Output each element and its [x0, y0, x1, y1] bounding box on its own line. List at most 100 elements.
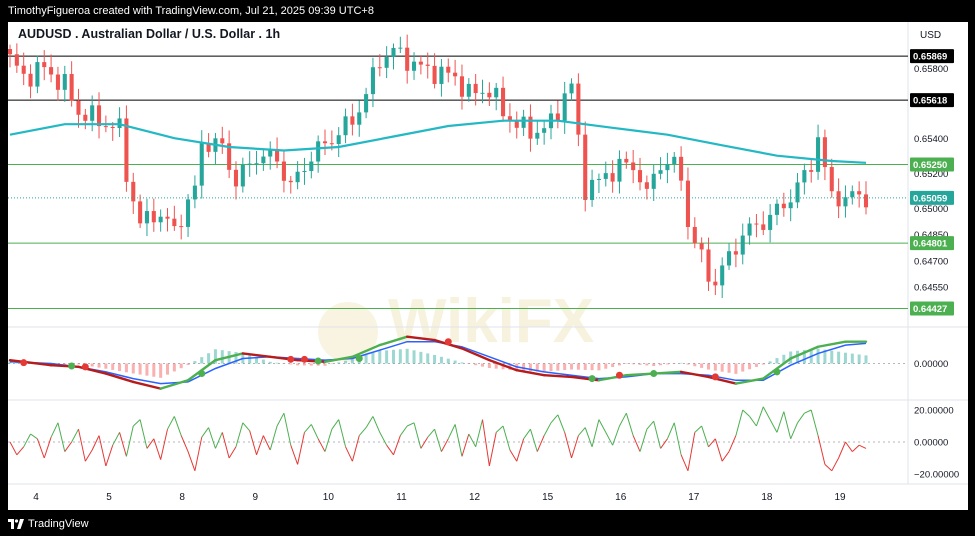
oscillator-segment: [550, 414, 559, 424]
macd-histogram-bar: [768, 361, 772, 364]
candle-body: [384, 57, 389, 68]
oscillator-segment: [112, 432, 121, 446]
macd-histogram-bar: [843, 352, 847, 364]
macd-cross-marker: [20, 359, 28, 367]
macd-histogram-bar: [734, 363, 738, 374]
oscillator-segment: [523, 428, 531, 440]
oscillator-segment: [167, 416, 175, 430]
oscillator-segment: [23, 433, 31, 448]
oscillator-segment: [345, 446, 353, 462]
price-tick-label: 0.64700: [914, 256, 948, 267]
macd-histogram-bar: [686, 363, 690, 365]
oscillator-tick-label: 20.00000: [914, 406, 954, 417]
candle-body: [377, 67, 382, 69]
candle-body: [186, 199, 191, 227]
macd-histogram-bar: [549, 363, 553, 372]
time-axis[interactable]: 4 5 8 9 10 11 12 15 16 17 18 19: [33, 492, 846, 503]
candle-body: [302, 170, 307, 172]
oscillator-segment: [488, 432, 497, 467]
candle-body: [316, 141, 321, 162]
macd-histogram-bar: [481, 363, 485, 367]
macd-histogram-bar: [344, 360, 348, 364]
oscillator-segment: [804, 409, 812, 414]
level-badge-label: 0.64427: [913, 304, 947, 315]
candle-body: [802, 170, 807, 183]
oscillator-segment: [776, 411, 785, 433]
brand-footer: TradingView: [0, 512, 975, 536]
oscillator-segment: [365, 416, 374, 428]
macd-histogram-bar: [90, 363, 94, 367]
candle-body: [247, 163, 252, 165]
time-tick-label: 17: [688, 492, 700, 503]
macd-cross-marker: [711, 373, 719, 381]
candle-body: [49, 67, 54, 75]
candle-body: [172, 218, 177, 227]
chart-area[interactable]: WikiFX AUDUSD . Australian Dollar / U.S.…: [7, 22, 968, 510]
macd-histogram-bar: [330, 363, 334, 365]
oscillator-segment: [324, 429, 333, 452]
oscillator-segment: [427, 428, 435, 438]
macd-histogram-bar: [145, 363, 149, 376]
last-price-marker: 0.65059: [8, 190, 954, 205]
oscillator-segment: [708, 438, 716, 448]
candle-body: [596, 178, 601, 180]
oscillator-segment: [646, 420, 655, 430]
oscillator-segment: [468, 433, 477, 448]
candle-body: [590, 179, 595, 200]
candle-body: [336, 135, 341, 144]
macd-histogram-bar: [159, 363, 163, 378]
macd-histogram-bar: [761, 363, 765, 365]
macd-histogram-bar: [645, 363, 649, 366]
macd-cross-marker: [314, 357, 322, 365]
candle-body: [90, 105, 95, 121]
oscillator-segment: [64, 441, 73, 452]
candle-body: [501, 87, 506, 117]
macd-histogram-bar: [631, 363, 635, 365]
oscillator-segment: [619, 412, 627, 427]
candle-body: [370, 67, 375, 95]
oscillator-segment: [701, 425, 709, 447]
candle-body: [494, 87, 499, 98]
oscillator-segment: [406, 422, 415, 427]
candle-body: [857, 191, 862, 195]
candle-body: [535, 132, 540, 139]
oscillator-segment: [571, 435, 579, 459]
macd-line-segment: [542, 374, 573, 379]
oscillator-segment: [509, 449, 518, 462]
candle-body: [309, 161, 314, 171]
macd-histogram-bar: [713, 363, 717, 371]
candle-body: [28, 73, 33, 87]
macd-histogram-bar: [474, 363, 478, 366]
oscillator-segment: [797, 412, 805, 424]
macd-histogram-bar: [193, 361, 197, 364]
macd-histogram-bar: [220, 350, 224, 364]
oscillator-segment: [858, 444, 867, 449]
candle-body: [446, 66, 451, 73]
macd-histogram-bar: [727, 363, 731, 373]
candle-body: [124, 118, 129, 182]
oscillator-segment: [235, 422, 244, 447]
tradingview-logo-icon[interactable]: [8, 519, 24, 530]
oscillator-segment: [680, 454, 689, 471]
time-tick-label: 18: [761, 492, 773, 503]
macd-cross-marker: [68, 362, 76, 370]
chart-svg[interactable]: WikiFX AUDUSD . Australian Dollar / U.S.…: [7, 22, 968, 510]
oscillator-segment: [71, 428, 79, 443]
oscillator-segment: [119, 432, 127, 457]
macd-histogram-bar: [850, 353, 854, 364]
oscillator-segment: [831, 457, 840, 472]
candle-body: [62, 74, 67, 90]
time-tick-label: 4: [33, 492, 39, 503]
macd-histogram-bar: [446, 358, 450, 364]
candle-body: [76, 100, 81, 115]
candle-body: [411, 61, 417, 71]
oscillator-segment: [728, 435, 737, 452]
oscillator-segment: [297, 432, 305, 465]
time-tick-label: 12: [469, 492, 481, 503]
macd-histogram-bar: [118, 363, 122, 372]
oscillator-segment: [851, 444, 860, 452]
candle-body: [220, 138, 225, 144]
oscillator-segment: [420, 436, 429, 449]
macd-histogram-bar: [179, 363, 183, 369]
candle-body: [21, 65, 26, 74]
